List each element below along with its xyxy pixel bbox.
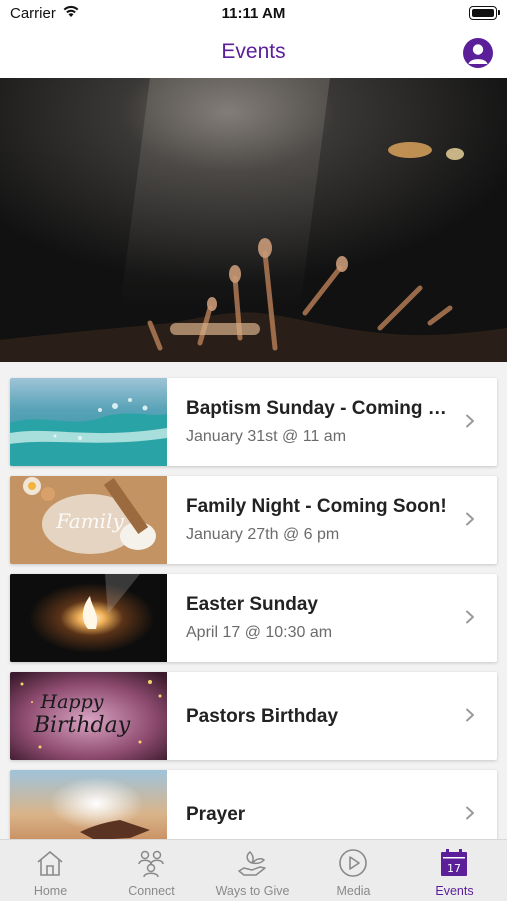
event-thumbnail: Family bbox=[10, 476, 167, 564]
tab-ways-to-give[interactable]: Ways to Give bbox=[202, 840, 303, 901]
event-title: Pastors Birthday bbox=[186, 706, 339, 727]
event-title: Prayer bbox=[186, 804, 246, 825]
chevron-right-icon bbox=[466, 806, 474, 820]
hero-image bbox=[0, 78, 507, 362]
play-icon bbox=[339, 849, 367, 877]
tab-media[interactable]: Media bbox=[303, 840, 404, 901]
calendar-day: 17 bbox=[447, 862, 461, 875]
event-title: Baptism Sunday - Coming Soon! bbox=[186, 398, 456, 419]
family-script-text: Family bbox=[55, 509, 124, 533]
give-icon bbox=[238, 851, 266, 876]
event-card-family-night[interactable]: Family Family Night - Coming Soon! Janua… bbox=[10, 476, 497, 564]
tab-connect[interactable]: Connect bbox=[101, 840, 202, 901]
chevron-right-icon bbox=[466, 708, 474, 722]
chevron-right-icon bbox=[466, 512, 474, 526]
event-card-pastors-birthday[interactable]: Happy Birthday Pastors Birthday bbox=[10, 672, 497, 760]
event-date: January 27th @ 6 pm bbox=[186, 526, 340, 543]
clock: 11:11 AM bbox=[221, 5, 286, 22]
tab-label: Events bbox=[435, 884, 474, 898]
status-bar: Carrier 11:11 AM bbox=[0, 0, 507, 28]
tab-home[interactable]: Home bbox=[0, 840, 101, 901]
tab-label: Ways to Give bbox=[215, 884, 290, 898]
profile-button[interactable] bbox=[463, 38, 493, 68]
tab-events[interactable]: 17 Events bbox=[404, 840, 505, 901]
event-card-baptism-sunday[interactable]: Baptism Sunday - Coming Soon! January 31… bbox=[10, 378, 497, 466]
event-card-easter-sunday[interactable]: Easter Sunday April 17 @ 10:30 am bbox=[10, 574, 497, 662]
event-thumbnail: Happy Birthday bbox=[10, 672, 167, 760]
tab-label: Media bbox=[336, 884, 371, 898]
calendar-icon: 17 bbox=[441, 849, 467, 876]
event-title: Easter Sunday bbox=[186, 594, 318, 615]
battery-icon bbox=[469, 6, 500, 20]
tab-label: Connect bbox=[128, 884, 175, 898]
chevron-right-icon bbox=[466, 414, 474, 428]
home-icon bbox=[37, 851, 63, 876]
page-title: Events bbox=[221, 40, 286, 63]
event-thumbnail bbox=[10, 574, 167, 662]
tab-bar: Home Connect Ways to Give Media 17 Event… bbox=[0, 839, 507, 901]
connect-icon bbox=[138, 850, 164, 878]
event-date: April 17 @ 10:30 am bbox=[186, 624, 333, 641]
chevron-right-icon bbox=[466, 610, 474, 624]
event-title: Family Night - Coming Soon! bbox=[186, 496, 447, 517]
tab-label: Home bbox=[33, 884, 68, 898]
event-date: January 31st @ 11 am bbox=[186, 428, 347, 445]
birthday-script-text: Birthday bbox=[33, 713, 131, 738]
user-icon bbox=[468, 44, 488, 64]
happy-script-text: Happy bbox=[40, 691, 104, 713]
event-thumbnail bbox=[10, 378, 167, 466]
nav-bar: Events bbox=[0, 28, 507, 78]
